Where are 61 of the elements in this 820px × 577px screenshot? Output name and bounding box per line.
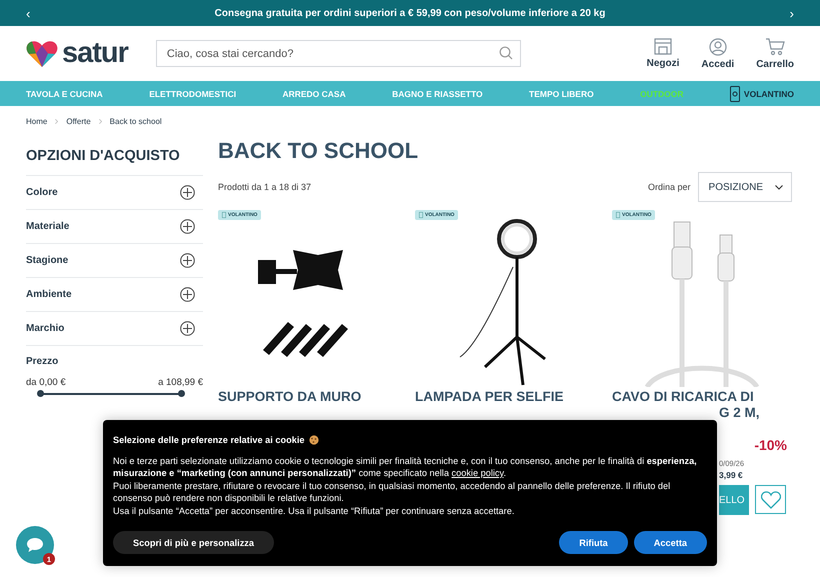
- page-title: BACK TO SCHOOL: [218, 138, 420, 164]
- breadcrumb-link[interactable]: Back to school: [110, 117, 162, 126]
- filter-row[interactable]: Marchio: [26, 311, 203, 345]
- cookie-text: Usa il pulsante “Accetta” per acconsentire. Usa il pulsante “Rifiuta” per continuare senza accettare.: [113, 504, 516, 517]
- chevron-icon: [98, 119, 102, 124]
- filter-row[interactable]: Materiale: [26, 209, 203, 243]
- filter-row[interactable]: Stagione: [26, 243, 203, 277]
- consent-button[interactable]: Accetta: [634, 531, 707, 554]
- flyer-icon: [419, 212, 423, 218]
- breadcrumb-link[interactable]: Offerte: [66, 117, 91, 126]
- slider-handle[interactable]: [36, 390, 44, 397]
- cookie-title: Selezione delle preferenze relative ai cookie: [113, 434, 304, 446]
- cookie-policy-link[interactable]: cookie policy: [452, 468, 504, 478]
- flyer-icon: [616, 212, 620, 218]
- price-max: a 108,99 €: [158, 377, 203, 388]
- search-icon[interactable]: [498, 46, 513, 60]
- user-icon: [708, 38, 727, 56]
- flyer-icon: [730, 86, 740, 102]
- filter-label: Prezzo: [26, 356, 60, 367]
- header-link[interactable]: Carrello: [756, 38, 794, 70]
- discount-label: -10%: [754, 437, 787, 453]
- filter-row[interactable]: Colore: [26, 175, 203, 209]
- consent-button[interactable]: Rifiuta: [559, 531, 628, 554]
- search-field[interactable]: Ciao, cosa stai cercando?: [156, 40, 521, 67]
- store-icon: [654, 38, 672, 54]
- product-title: SUPPORTO DA MURO: [218, 389, 362, 405]
- sort-dropdown[interactable]: POSIZIONE: [698, 172, 792, 202]
- sort-label: Ordina per: [648, 182, 691, 192]
- flyer-icon: [222, 212, 226, 218]
- plus-circle-icon[interactable]: [180, 185, 195, 200]
- product-title: CAVO DI RICARICA DI: [612, 389, 755, 405]
- product-price: 3,99 €: [719, 470, 744, 480]
- promo-text: Consegna gratuita per ordini superiori a € 59,99 con peso/volume inferiore a 20 kg: [214, 8, 606, 18]
- plus-circle-icon[interactable]: [180, 253, 195, 268]
- flyer-link[interactable]: VOLANTINO: [730, 86, 794, 102]
- breadcrumb-link[interactable]: Home: [26, 117, 48, 126]
- cookie-text: Noi e terze parti selezionate utilizziamo cookie o tecnologie simili per finalità tecniche e, con il tuo consenso, anche per le finalità di esperienza, misurazione e “marketing (con annunci personalizzati)” come specificato nella cookie policy.: [113, 454, 698, 480]
- header-link[interactable]: Negozi: [646, 38, 680, 70]
- product-title: LAMPADA PER SELFIE: [415, 389, 565, 405]
- cart-icon: [765, 38, 786, 56]
- plus-circle-icon[interactable]: [180, 219, 195, 234]
- cookie-icon: [308, 435, 318, 446]
- chat-bubble-icon: [26, 537, 44, 553]
- header-link[interactable]: Accedi: [701, 38, 734, 70]
- filter-row[interactable]: Ambiente: [26, 277, 203, 311]
- price-min: da 0,00 €: [26, 377, 66, 388]
- heart-icon: [760, 490, 780, 508]
- chevron-icon: [55, 119, 58, 124]
- product-count: Prodotti da 1 a 18 di 37: [218, 182, 312, 192]
- slider-handle[interactable]: [178, 390, 184, 397]
- plus-circle-icon[interactable]: [180, 287, 195, 302]
- customize-button[interactable]: Scopri di più e personalizza: [113, 531, 274, 554]
- wishlist-button[interactable]: [755, 485, 786, 514]
- product-title: G 2 M,: [719, 405, 761, 421]
- chat-button[interactable]: [16, 526, 54, 564]
- chevron-down-icon: [775, 184, 783, 190]
- heart-logo-icon: [26, 40, 58, 68]
- logo-text: satur: [62, 37, 128, 70]
- plus-circle-icon[interactable]: [180, 321, 195, 336]
- sidebar-title: OPZIONI D'ACQUISTO: [26, 148, 181, 164]
- cookie-text: Puoi liberamente prestare, rifiutare o revocare il tuo consenso, in qualsiasi momento, accedendo al pannello delle preferenze. Il rifiuto del consenso può rendere non disponibili le relative funzioni.: [113, 480, 672, 504]
